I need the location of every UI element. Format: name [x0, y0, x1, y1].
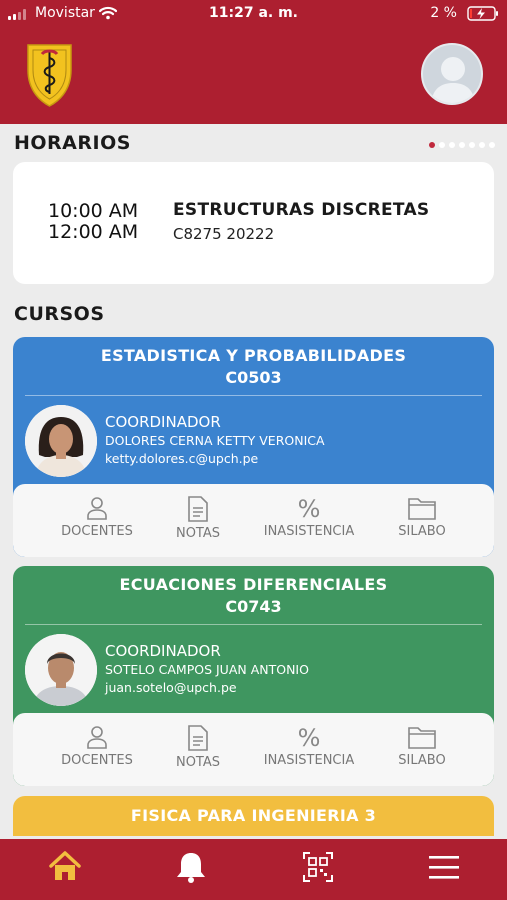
- schedule-time: 10:00 AM 12:00 AM: [48, 201, 158, 243]
- coordinator-email[interactable]: ketty.dolores.c@upch.pe: [105, 451, 258, 466]
- course-code: C0743: [225, 597, 282, 616]
- schedule-course-name: ESTRUCTURAS DISCRETAS: [173, 200, 430, 220]
- coordinator-role: COORDINADOR: [105, 642, 221, 660]
- notas-label: NOTAS: [175, 526, 221, 541]
- pagination-dot[interactable]: [469, 142, 475, 148]
- folder-icon: [408, 498, 436, 520]
- course-header: ECUACIONES DIFERENCIALES C0743: [13, 574, 494, 618]
- carousel-pagination[interactable]: [429, 142, 495, 148]
- silabo-button[interactable]: SILABO: [367, 496, 477, 539]
- divider: [25, 624, 482, 625]
- battery-charging-icon: [467, 6, 498, 21]
- person-icon: [87, 497, 107, 520]
- battery-percent: 2 %: [430, 5, 457, 21]
- course-header: ESTADISTICA Y PROBABILIDADES C0503: [13, 345, 494, 389]
- schedule-start-time: 10:00 AM: [48, 200, 139, 222]
- coordinator-email[interactable]: juan.sotelo@upch.pe: [105, 680, 237, 695]
- notas-label: NOTAS: [175, 755, 221, 770]
- pagination-dot[interactable]: [439, 142, 445, 148]
- schedule-section-title: HORARIOS: [14, 132, 131, 154]
- schedule-end-time: 12:00 AM: [48, 221, 139, 243]
- bottom-navigation: [0, 839, 507, 900]
- folder-icon: [408, 727, 436, 749]
- pagination-dot[interactable]: [449, 142, 455, 148]
- notas-button[interactable]: NOTAS: [143, 725, 253, 770]
- pagination-dot[interactable]: [459, 142, 465, 148]
- coordinator-photo: [25, 634, 97, 706]
- coordinator-name: SOTELO CAMPOS JUAN ANTONIO: [105, 662, 309, 677]
- course-card[interactable]: ECUACIONES DIFERENCIALES C0743 COORDINAD…: [13, 566, 494, 786]
- home-icon[interactable]: [45, 849, 85, 885]
- docentes-button[interactable]: DOCENTES: [42, 496, 152, 539]
- notas-button[interactable]: NOTAS: [143, 496, 253, 541]
- document-icon: [188, 496, 208, 522]
- docentes-label: DOCENTES: [61, 753, 133, 768]
- app-header: Movistar 11:27 a. m. 2 %: [0, 0, 507, 124]
- coordinator-name: DOLORES CERNA KETTY VERONICA: [105, 433, 325, 448]
- pagination-dot[interactable]: [489, 142, 495, 148]
- user-silhouette-icon: [431, 57, 475, 103]
- document-icon: [188, 725, 208, 751]
- status-bar: Movistar 11:27 a. m. 2 %: [0, 0, 507, 28]
- pagination-dot[interactable]: [479, 142, 485, 148]
- person-icon: [87, 726, 107, 749]
- university-logo: [27, 44, 72, 107]
- course-code: C0503: [225, 368, 282, 387]
- coordinator-role: COORDINADOR: [105, 413, 221, 431]
- silabo-label: SILABO: [398, 753, 446, 768]
- inasistencia-label: INASISTENCIA: [263, 524, 355, 539]
- course-name: ESTADISTICA Y PROBABILIDADES: [100, 346, 407, 365]
- course-card[interactable]: FISICA PARA INGENIERIA 3: [13, 796, 494, 836]
- schedule-course-code: C8275 20222: [173, 225, 275, 243]
- docentes-button[interactable]: DOCENTES: [42, 725, 152, 768]
- inasistencia-button[interactable]: % INASISTENCIA: [254, 496, 364, 539]
- qr-code-icon[interactable]: [298, 849, 338, 885]
- inasistencia-button[interactable]: % INASISTENCIA: [254, 725, 364, 768]
- pagination-dot[interactable]: [429, 142, 435, 148]
- silabo-button[interactable]: SILABO: [367, 725, 477, 768]
- percent-icon: %: [297, 495, 321, 523]
- course-actions: DOCENTES NOTAS % INASISTENCIA SILABO: [13, 484, 494, 557]
- course-actions: DOCENTES NOTAS % INASISTENCIA SILABO: [13, 713, 494, 786]
- percent-icon: %: [297, 724, 321, 752]
- courses-section-title: CURSOS: [14, 303, 105, 325]
- course-card[interactable]: ESTADISTICA Y PROBABILIDADES C0503 COORD…: [13, 337, 494, 557]
- schedule-card[interactable]: 10:00 AM 12:00 AM ESTRUCTURAS DISCRETAS …: [13, 162, 494, 284]
- menu-icon[interactable]: [424, 849, 464, 885]
- divider: [25, 395, 482, 396]
- silabo-label: SILABO: [398, 524, 446, 539]
- course-name: FISICA PARA INGENIERIA 3: [130, 806, 377, 825]
- course-name: ECUACIONES DIFERENCIALES: [119, 575, 388, 594]
- bell-icon[interactable]: [171, 849, 211, 885]
- inasistencia-label: INASISTENCIA: [263, 753, 355, 768]
- coordinator-photo: [25, 405, 97, 477]
- docentes-label: DOCENTES: [61, 524, 133, 539]
- user-avatar[interactable]: [421, 43, 483, 105]
